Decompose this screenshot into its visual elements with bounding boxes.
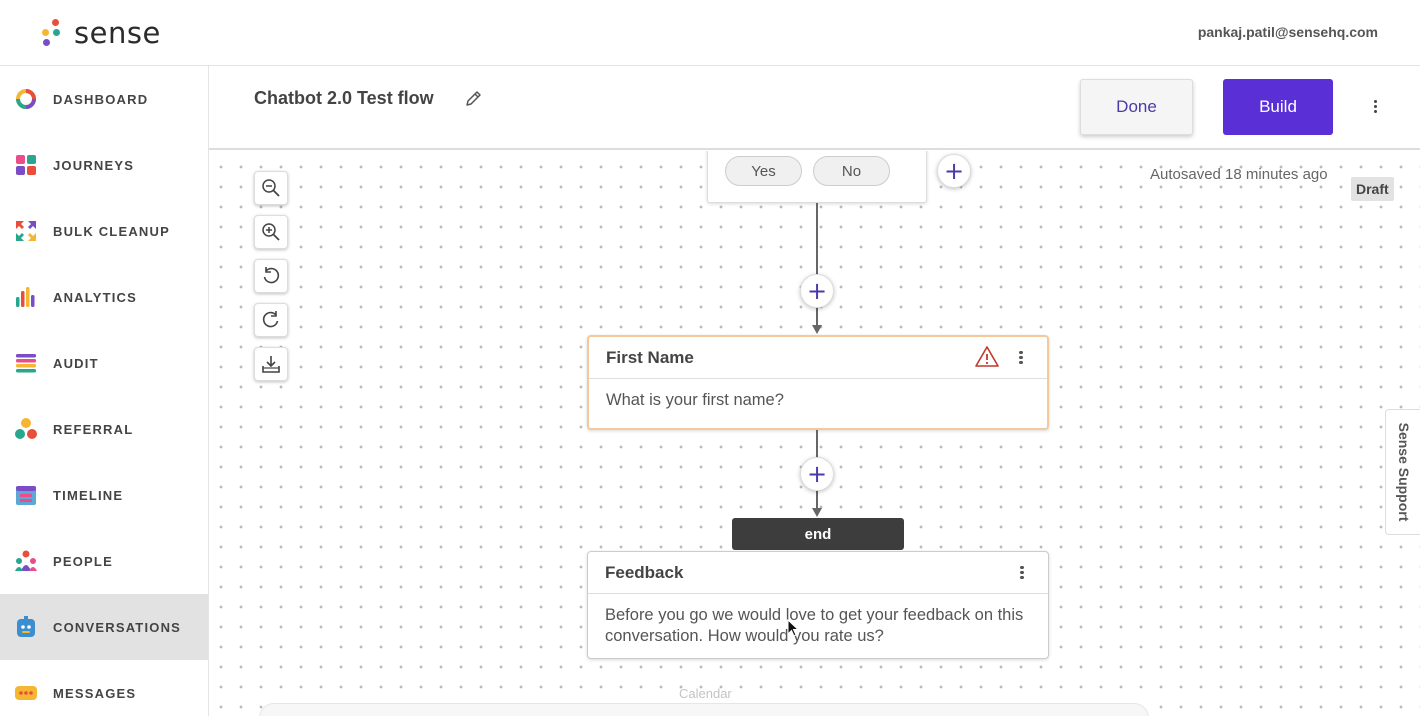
sidebar-item-label: MESSAGES xyxy=(53,685,137,701)
undo-button[interactable] xyxy=(254,259,288,293)
sidebar-item-audit[interactable]: AUDIT xyxy=(0,330,208,396)
add-step-button[interactable]: + xyxy=(800,457,834,491)
journeys-icon xyxy=(16,155,36,175)
top-bar: sense pankaj.patil@sensehq.com xyxy=(0,0,1420,66)
sidebar-item-label: CONVERSATIONS xyxy=(53,619,182,635)
node-menu-icon[interactable] xyxy=(1014,564,1030,584)
sidebar-item-people[interactable]: PEOPLE xyxy=(0,528,208,594)
sidebar-item-analytics[interactable]: ANALYTICS xyxy=(0,264,208,330)
sidebar-item-label: ANALYTICS xyxy=(53,289,137,305)
node-header: First Name xyxy=(589,337,1047,379)
zoom-in-button[interactable] xyxy=(254,215,288,249)
previous-node-card[interactable]: Yes No xyxy=(707,151,927,203)
audit-icon xyxy=(16,354,36,373)
bottom-node-card[interactable] xyxy=(259,703,1149,716)
bulk-cleanup-icon xyxy=(16,221,36,241)
support-tab-label: Sense Support xyxy=(1395,422,1412,522)
option-pill-yes[interactable]: Yes xyxy=(725,156,802,186)
option-pill-no[interactable]: No xyxy=(813,156,890,186)
download-button[interactable] xyxy=(254,347,288,381)
sidebar-item-label: JOURNEYS xyxy=(53,157,135,173)
sidebar-item-label: BULK CLEANUP xyxy=(53,223,170,239)
referral-icon xyxy=(15,418,37,439)
build-button[interactable]: Build xyxy=(1223,79,1333,135)
user-email[interactable]: pankaj.patil@sensehq.com xyxy=(1198,24,1378,40)
connector-arrow xyxy=(812,325,822,334)
end-marker[interactable]: end xyxy=(732,518,904,550)
node-body: Before you go we would love to get your … xyxy=(605,606,1024,645)
logo[interactable]: sense xyxy=(40,16,161,50)
mouse-cursor-icon xyxy=(787,619,800,637)
sense-support-tab[interactable]: Sense Support xyxy=(1385,409,1420,535)
sidebar-item-label: DASHBOARD xyxy=(53,91,149,107)
node-title: First Name xyxy=(606,347,694,367)
connector-arrow xyxy=(812,508,822,517)
people-icon xyxy=(15,550,37,571)
sidebar-item-label: PEOPLE xyxy=(53,553,113,569)
more-options-icon[interactable] xyxy=(1365,98,1385,118)
messages-icon xyxy=(15,686,37,700)
autosave-status: Autosaved 18 minutes ago xyxy=(1150,166,1328,183)
download-icon xyxy=(262,356,280,373)
calendar-label: Calendar xyxy=(679,686,732,701)
node-header: Feedback xyxy=(588,552,1048,594)
node-feedback[interactable]: Feedback Before you go we would love to … xyxy=(587,551,1049,659)
redo-icon xyxy=(262,311,279,328)
flow-header: Chatbot 2.0 Test flow Done Build xyxy=(209,66,1420,150)
dashboard-icon xyxy=(16,89,36,109)
conversations-icon xyxy=(17,616,35,637)
timeline-icon xyxy=(16,486,36,505)
flow-title: Chatbot 2.0 Test flow xyxy=(254,88,434,108)
undo-icon xyxy=(263,267,280,284)
zoom-in-icon xyxy=(262,223,280,241)
analytics-icon xyxy=(16,287,35,307)
status-badge: Draft xyxy=(1351,177,1394,201)
sidebar-item-label: AUDIT xyxy=(53,355,99,371)
sidebar: DASHBOARD JOURNEYS BULK CLEANUP ANALYTIC… xyxy=(0,66,209,716)
pencil-edit-icon[interactable] xyxy=(464,88,484,108)
node-first-name[interactable]: First Name What is your first name? xyxy=(587,335,1049,430)
sidebar-item-timeline[interactable]: TIMELINE xyxy=(0,462,208,528)
sidebar-item-dashboard[interactable]: DASHBOARD xyxy=(0,66,208,132)
sidebar-item-conversations[interactable]: CONVERSATIONS xyxy=(0,594,208,660)
logo-mark-icon xyxy=(40,17,66,49)
zoom-out-button[interactable] xyxy=(254,171,288,205)
node-title: Feedback xyxy=(605,562,684,582)
redo-button[interactable] xyxy=(254,303,288,337)
node-menu-icon[interactable] xyxy=(1013,349,1029,369)
flow-canvas[interactable]: Autosaved 18 minutes ago Draft Yes No + … xyxy=(209,151,1420,716)
sidebar-item-label: REFERRAL xyxy=(53,421,134,437)
sidebar-item-journeys[interactable]: JOURNEYS xyxy=(0,132,208,198)
sidebar-item-messages[interactable]: MESSAGES xyxy=(0,660,208,716)
logo-text: sense xyxy=(74,16,161,50)
zoom-out-icon xyxy=(262,179,280,197)
app-root: sense pankaj.patil@sensehq.com DASHBOARD… xyxy=(0,0,1420,716)
add-branch-button[interactable]: + xyxy=(937,154,971,188)
sidebar-item-referral[interactable]: REFERRAL xyxy=(0,396,208,462)
done-button[interactable]: Done xyxy=(1080,79,1193,135)
sidebar-item-bulk-cleanup[interactable]: BULK CLEANUP xyxy=(0,198,208,264)
node-body: What is your first name? xyxy=(606,391,784,409)
sidebar-item-label: TIMELINE xyxy=(53,487,124,503)
warning-icon[interactable] xyxy=(975,345,999,369)
add-step-button[interactable]: + xyxy=(800,274,834,308)
